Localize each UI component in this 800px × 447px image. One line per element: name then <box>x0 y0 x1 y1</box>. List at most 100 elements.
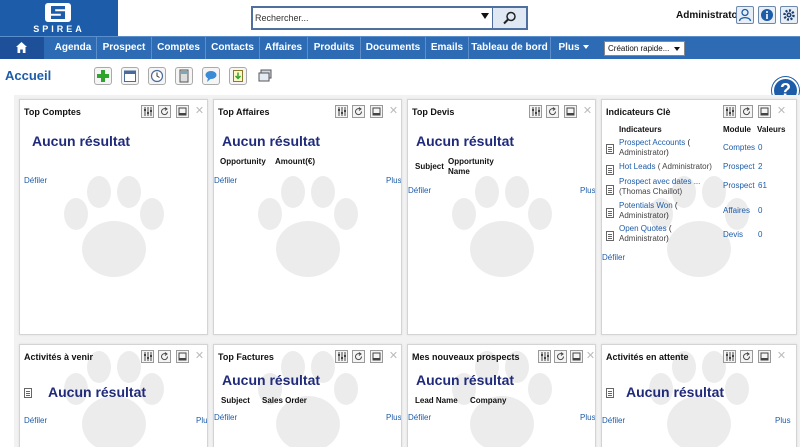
document-icon <box>606 231 614 241</box>
nav-documents[interactable]: Documents <box>361 37 426 59</box>
close-icon[interactable]: ✕ <box>775 105 788 118</box>
indicator-link[interactable]: Potentials Won <box>619 201 673 210</box>
widget-refresh-button[interactable] <box>158 105 171 118</box>
spirea-logo[interactable]: SPIREA <box>0 0 118 36</box>
widget-minimize-button[interactable] <box>176 350 189 363</box>
settings-icon <box>783 9 795 21</box>
indicator-link[interactable]: Prospect avec dates ... <box>619 177 700 186</box>
more-link[interactable]: Plus <box>386 413 401 422</box>
close-icon[interactable]: ✕ <box>775 350 788 363</box>
user-name[interactable]: Administrator <box>676 10 742 21</box>
import-button[interactable] <box>229 67 247 85</box>
widget-refresh-button[interactable] <box>554 350 567 363</box>
close-icon[interactable]: ✕ <box>387 350 400 363</box>
indicator-value[interactable]: 0 <box>758 206 762 215</box>
indicator-module[interactable]: Comptes <box>723 143 755 152</box>
nav-emails[interactable]: Emails <box>426 37 469 59</box>
widget-refresh-button[interactable] <box>352 105 365 118</box>
column-header: Amount(€) <box>275 157 315 166</box>
widget-minimize-button[interactable] <box>570 350 583 363</box>
nav-comptes[interactable]: Comptes <box>152 37 206 59</box>
widget-refresh-button[interactable] <box>158 350 171 363</box>
widget-settings-button[interactable] <box>141 350 154 363</box>
indicator-value[interactable]: 61 <box>758 181 767 190</box>
nav-contacts[interactable]: Contacts <box>206 37 260 59</box>
dashboard: Top Comptes ✕ Aucun résultat Défiler Top… <box>14 95 800 447</box>
scroll-link[interactable]: Défiler <box>214 413 237 422</box>
calendar-button[interactable] <box>121 67 139 85</box>
more-link[interactable]: Plus <box>580 186 595 195</box>
widget-settings-button[interactable] <box>529 105 542 118</box>
widget-settings-button[interactable] <box>538 350 551 363</box>
close-icon[interactable]: ✕ <box>193 350 206 363</box>
search-box <box>251 6 528 30</box>
nav-produits[interactable]: Produits <box>308 37 361 59</box>
clock-button[interactable] <box>148 67 166 85</box>
more-link[interactable]: Plus <box>196 416 207 425</box>
calculator-button[interactable] <box>175 67 193 85</box>
widget-title: Mes nouveaux prospects <box>412 352 520 362</box>
indicator-value[interactable]: 0 <box>758 230 762 239</box>
close-icon[interactable]: ✕ <box>581 105 594 118</box>
widget-settings-button[interactable] <box>335 105 348 118</box>
more-link[interactable]: Plus <box>775 416 791 425</box>
search-button[interactable] <box>492 8 526 28</box>
more-link[interactable]: Plus <box>386 176 401 185</box>
indicator-module[interactable]: Devis <box>723 230 743 239</box>
nav-more[interactable]: Plus <box>551 37 596 59</box>
indicator-module[interactable]: Affaires <box>723 206 750 215</box>
indicator-value[interactable]: 0 <box>758 143 762 152</box>
search-dropdown-icon[interactable] <box>481 13 489 19</box>
widget-refresh-button[interactable] <box>546 105 559 118</box>
scroll-link[interactable]: Défiler <box>24 416 47 425</box>
widget-refresh-button[interactable] <box>740 350 753 363</box>
widget-minimize-button[interactable] <box>564 105 577 118</box>
close-icon[interactable]: ✕ <box>387 105 400 118</box>
user-profile-button[interactable] <box>736 6 754 24</box>
indicator-module[interactable]: Prospect <box>723 181 755 190</box>
widget-minimize-button[interactable] <box>370 105 383 118</box>
indicator-link[interactable]: Open Quotes <box>619 224 667 233</box>
nav-home[interactable] <box>0 37 44 59</box>
widget-refresh-button[interactable] <box>352 350 365 363</box>
widget-minimize-button[interactable] <box>370 350 383 363</box>
widget-minimize-button[interactable] <box>176 105 189 118</box>
scroll-link[interactable]: Défiler <box>602 416 625 425</box>
more-link[interactable]: Plus <box>580 413 595 422</box>
scroll-link[interactable]: Défiler <box>602 253 625 262</box>
widget-settings-button[interactable] <box>723 105 736 118</box>
close-icon[interactable]: ✕ <box>584 350 595 363</box>
document-icon <box>24 388 32 398</box>
widget-settings-button[interactable] <box>141 105 154 118</box>
home-icon <box>16 42 27 53</box>
quick-create-select[interactable]: Création rapide... <box>604 41 685 56</box>
nav-tableau-de-bord[interactable]: Tableau de bord <box>469 37 551 59</box>
scroll-link[interactable]: Défiler <box>408 413 431 422</box>
column-header: Opportunity Name <box>448 157 494 176</box>
indicator-link[interactable]: Prospect Accounts <box>619 138 685 147</box>
widget-minimize-button[interactable] <box>758 350 771 363</box>
layout-button[interactable] <box>256 67 274 85</box>
add-widget-button[interactable] <box>94 67 112 85</box>
scroll-link[interactable]: Défiler <box>214 176 237 185</box>
indicator-link[interactable]: Hot Leads <box>619 162 655 171</box>
chat-button[interactable] <box>202 67 220 85</box>
nav-affaires[interactable]: Affaires <box>260 37 308 59</box>
nav-agenda[interactable]: Agenda <box>50 37 97 59</box>
empty-message: Aucun résultat <box>222 372 321 388</box>
document-icon <box>606 388 614 398</box>
search-input[interactable] <box>255 10 475 26</box>
scroll-link[interactable]: Défiler <box>24 176 47 185</box>
info-button[interactable] <box>758 6 776 24</box>
widget-refresh-button[interactable] <box>740 105 753 118</box>
indicator-value[interactable]: 2 <box>758 162 762 171</box>
scroll-link[interactable]: Défiler <box>408 186 431 195</box>
nav-prospect[interactable]: Prospect <box>97 37 152 59</box>
widget-settings-button[interactable] <box>335 350 348 363</box>
close-icon[interactable]: ✕ <box>193 105 206 118</box>
widget-minimize-button[interactable] <box>758 105 771 118</box>
refresh-icon <box>549 107 557 116</box>
settings-button[interactable] <box>780 6 798 24</box>
indicator-module[interactable]: Prospect <box>723 162 755 171</box>
widget-settings-button[interactable] <box>723 350 736 363</box>
